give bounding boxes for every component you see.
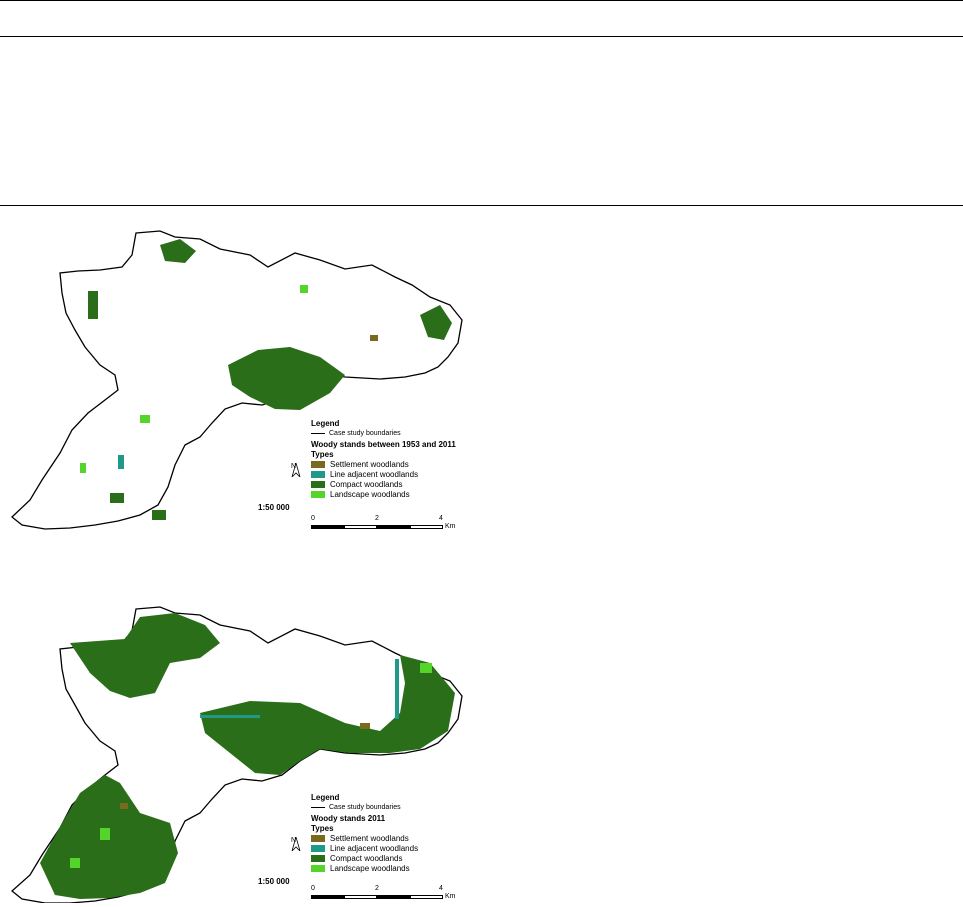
north-arrow: N: [291, 837, 301, 851]
line-adjacent-woodland-patch: [118, 455, 124, 469]
scale-segment: [344, 525, 377, 529]
scale-segment: [410, 525, 443, 529]
north-arrow-icon: [291, 463, 301, 477]
boundary-line-symbol: [311, 433, 325, 434]
legend-swatch: [311, 854, 325, 862]
legend-item: Settlement woodlands: [311, 459, 471, 469]
table-header-rule: [0, 36, 963, 37]
legend-item: Line adjacent woodlands: [311, 843, 471, 853]
line-adjacent-woodland-patch: [395, 659, 399, 719]
scale-segment: [344, 895, 377, 899]
legend-item: Line adjacent woodlands: [311, 469, 471, 479]
scale-segment: [377, 525, 410, 529]
legend-item-label: Compact woodlands: [330, 853, 403, 863]
landscape-woodland-patch: [100, 828, 110, 840]
scale-tick: 2: [375, 885, 379, 892]
scale-bar: 0 2 4 Km: [311, 885, 461, 903]
legend-swatch: [311, 834, 325, 842]
line-adjacent-woodland-patch: [200, 715, 260, 718]
legend-swatch: [311, 470, 325, 478]
table-section-rule: [0, 205, 963, 206]
compact-woodland-patch: [110, 493, 124, 503]
legend-types-label: Types: [311, 450, 334, 459]
legend-item-label: Landscape woodlands: [330, 863, 410, 873]
legend-swatch: [311, 460, 325, 468]
map-legend: Legend Case study boundaries Woody stand…: [311, 419, 471, 499]
compact-woodland-patch: [152, 510, 166, 520]
legend-swatch: [311, 864, 325, 872]
scale-tick: 4: [439, 885, 443, 892]
legend-item-label: Line adjacent woodlands: [330, 843, 419, 853]
scale-tick: 2: [375, 515, 379, 522]
landscape-woodland-patch: [300, 285, 308, 293]
legend-item-label: Compact woodlands: [330, 479, 403, 489]
legend-item-label: Landscape woodlands: [330, 489, 410, 499]
map-scale: 1:50 000: [258, 877, 290, 886]
settlement-woodland-patch: [360, 723, 370, 729]
scale-segment: [311, 525, 344, 529]
landscape-woodland-patch: [420, 663, 432, 673]
legend-swatch: [311, 490, 325, 498]
scale-bar: 0 2 4 Km: [311, 515, 461, 533]
boundary-label: Case study boundaries: [329, 804, 401, 811]
north-arrow-icon: [291, 837, 301, 851]
map-scale: 1:50 000: [258, 503, 290, 512]
legend-item: Landscape woodlands: [311, 489, 471, 499]
boundary-label: Case study boundaries: [329, 430, 401, 437]
scale-unit: Km: [445, 893, 456, 900]
legend-item: Compact woodlands: [311, 853, 471, 863]
scale-tick: 4: [439, 515, 443, 522]
scale-unit: Km: [445, 523, 456, 530]
legend-swatch: [311, 480, 325, 488]
legend-item-label: Settlement woodlands: [330, 833, 409, 843]
legend-item-label: Settlement woodlands: [330, 459, 409, 469]
scale-segment: [410, 895, 443, 899]
legend-boundary-row: Case study boundaries: [311, 804, 471, 811]
legend-item: Compact woodlands: [311, 479, 471, 489]
scale-tick: 0: [311, 885, 315, 892]
settlement-woodland-patch: [370, 335, 378, 341]
table-top-rule: [0, 0, 963, 1]
compact-woodland-patch: [88, 291, 98, 319]
scale-segment: [377, 895, 410, 899]
legend-types-label: Types: [311, 824, 334, 833]
north-arrow: N: [291, 463, 301, 477]
landscape-woodland-patch: [80, 463, 86, 473]
legend-item: Settlement woodlands: [311, 833, 471, 843]
legend-title: Legend: [311, 793, 340, 802]
map-panel-1953-2011: Legend Case study boundaries Woody stand…: [0, 225, 470, 540]
map-legend: Legend Case study boundaries Woody stand…: [311, 793, 471, 873]
scale-segment: [311, 895, 344, 899]
scale-tick: 0: [311, 515, 315, 522]
map-panel-2011: Legend Case study boundaries Woody stand…: [0, 603, 470, 903]
landscape-woodland-patch: [140, 415, 150, 423]
landscape-woodland-patch: [70, 858, 80, 868]
legend-title: Legend: [311, 419, 340, 428]
boundary-line-symbol: [311, 807, 325, 808]
legend-boundary-row: Case study boundaries: [311, 430, 471, 437]
legend-swatch: [311, 844, 325, 852]
legend-subtitle: Woody stands between 1953 and 2011: [311, 440, 456, 449]
legend-item: Landscape woodlands: [311, 863, 471, 873]
legend-item-label: Line adjacent woodlands: [330, 469, 419, 479]
legend-subtitle: Woody stands 2011: [311, 814, 386, 823]
settlement-woodland-patch: [120, 803, 128, 809]
